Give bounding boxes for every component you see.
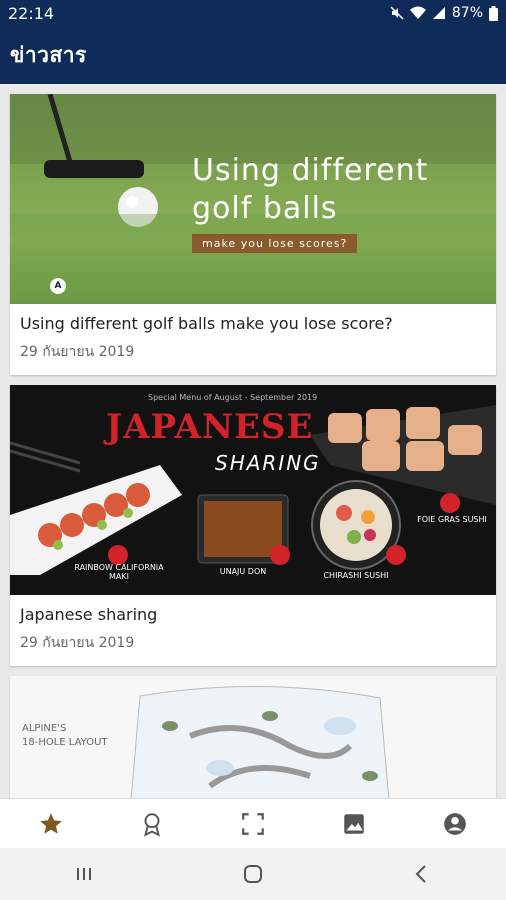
news-title[interactable]: Using different golf balls make you lose…: [20, 314, 486, 333]
recent-apps-icon[interactable]: [72, 864, 96, 884]
logo-badge: A: [50, 278, 66, 294]
nav-item-awards[interactable]: [132, 804, 172, 844]
news-card-image[interactable]: Special Menu of August - September 2019 …: [10, 385, 496, 595]
nav-item-scan[interactable]: [233, 804, 273, 844]
bottom-nav: [0, 798, 506, 848]
home-icon[interactable]: [241, 862, 265, 886]
nav-item-gallery[interactable]: [334, 804, 374, 844]
scan-icon: [242, 812, 264, 835]
star-icon: [39, 812, 62, 834]
battery-percent: 87%: [451, 5, 483, 21]
news-card[interactable]: ALPINE'S 18-HOLE LAYOUT: [10, 676, 496, 798]
food-label-maki: RAINBOW CALIFORNIA MAKI: [74, 563, 164, 581]
menu-note: Special Menu of August - September 2019: [148, 393, 318, 402]
image-tag: make you lose scores?: [192, 234, 358, 253]
news-card[interactable]: Special Menu of August - September 2019 …: [10, 385, 496, 666]
news-date: 29 กันยายน 2019: [20, 344, 135, 360]
news-card-image[interactable]: ALPINE'S 18-HOLE LAYOUT: [10, 676, 496, 798]
image-headline: JAPANESE: [106, 407, 314, 447]
news-feed[interactable]: Using different golf balls make you lose…: [0, 84, 506, 798]
news-card-image[interactable]: Using different golf balls make you lose…: [10, 94, 496, 304]
news-date: 29 กันยายน 2019: [20, 635, 135, 651]
app-bar: ข่าวสาร: [0, 26, 506, 84]
image-headline-line1: Using different: [192, 153, 429, 188]
gallery-icon: [344, 813, 364, 834]
image-subheadline: SHARING: [215, 451, 321, 475]
mute-icon: [390, 6, 404, 20]
system-nav-bar: [0, 848, 506, 900]
back-icon[interactable]: [410, 862, 434, 886]
wifi-icon: [409, 6, 426, 19]
status-bar: 22:14 87%: [0, 0, 506, 26]
image-headline: Using different golf balls: [192, 152, 428, 228]
profile-icon: [444, 812, 467, 835]
award-icon: [143, 812, 160, 837]
news-card[interactable]: Using different golf balls make you lose…: [10, 94, 496, 375]
food-label-foie: FOIE GRAS SUSHI: [417, 515, 487, 524]
food-label-unaju: UNAJU DON: [219, 567, 267, 576]
food-label-chirashi: CHIRASHI SUSHI: [323, 571, 389, 580]
nav-item-profile[interactable]: [435, 804, 475, 844]
page-title: ข่าวสาร: [10, 42, 87, 67]
image-headline-line2: golf balls: [192, 191, 338, 226]
battery-icon: [489, 5, 498, 21]
nav-item-news[interactable]: [31, 804, 71, 844]
news-title[interactable]: Japanese sharing: [20, 605, 486, 624]
signal-icon: [432, 7, 445, 19]
map-title-line1: ALPINE'S: [22, 723, 67, 734]
status-time: 22:14: [8, 3, 55, 23]
map-title: ALPINE'S 18-HOLE LAYOUT: [22, 722, 108, 750]
map-title-line2: 18-HOLE LAYOUT: [22, 737, 108, 748]
